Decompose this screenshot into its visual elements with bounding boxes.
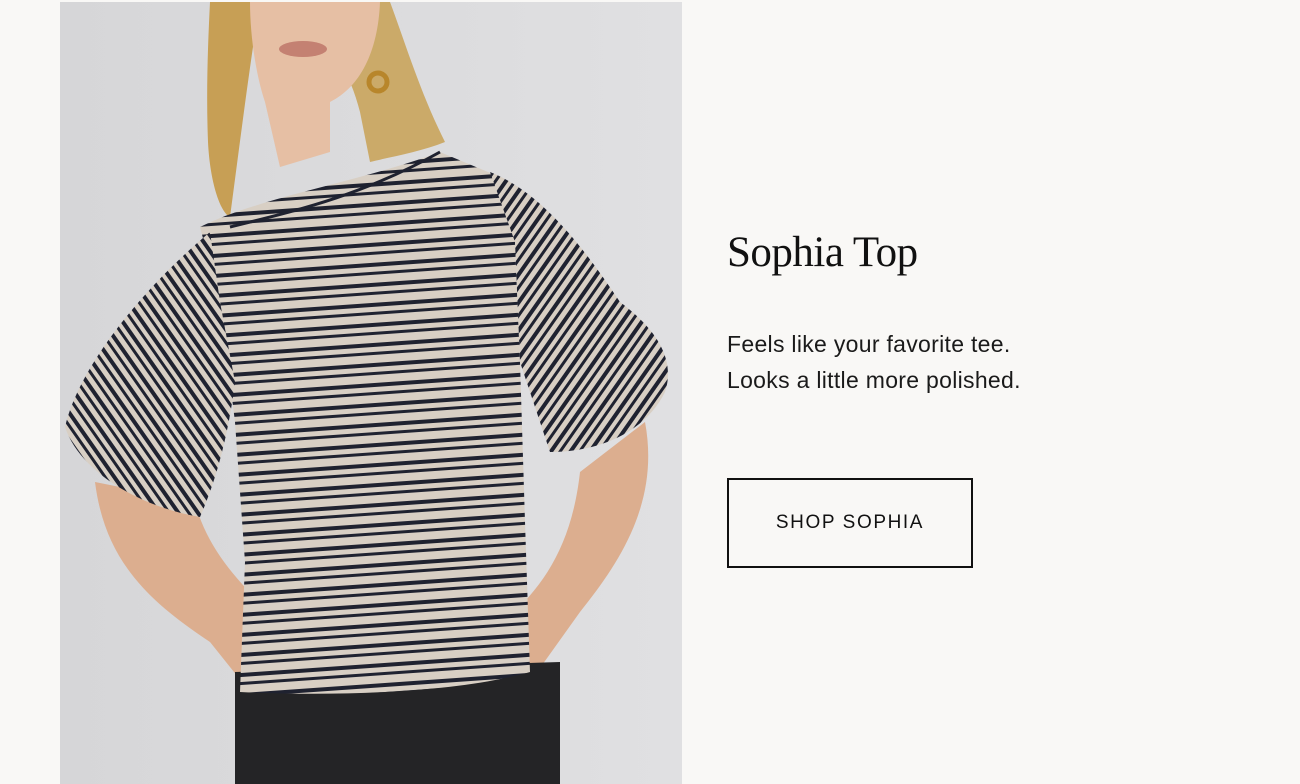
product-description: Feels like your favorite tee. Looks a li… [727,326,1207,398]
shop-sophia-button[interactable]: SHOP SOPHIA [727,478,973,568]
product-title: Sophia Top [727,229,918,276]
model-wearing-striped-top-image [60,2,682,784]
description-line: Looks a little more polished. [727,367,1021,393]
product-photo [60,2,682,784]
description-line: Feels like your favorite tee. [727,331,1011,357]
